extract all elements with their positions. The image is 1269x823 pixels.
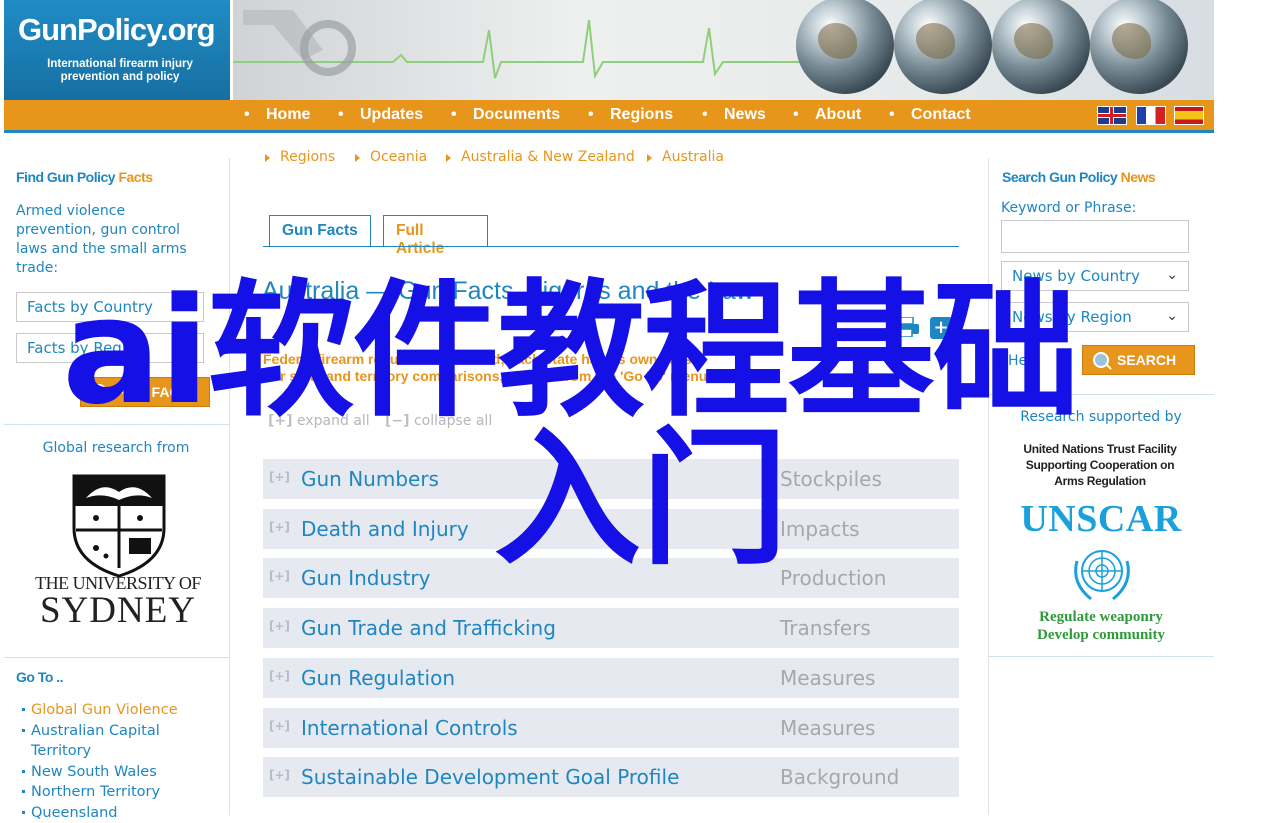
- breadcrumb-regions[interactable]: Regions: [280, 149, 335, 165]
- search-icon: [1093, 352, 1109, 368]
- nav-contact[interactable]: Contact: [911, 106, 971, 124]
- expand-icon: [+]: [269, 719, 290, 733]
- tab-full-article[interactable]: Full Article: [383, 215, 488, 246]
- globe-graphic: [796, 0, 894, 94]
- left-gap: [4, 133, 229, 158]
- topic-row-sdg-profile[interactable]: [+] Sustainable Development Goal Profile…: [263, 757, 959, 797]
- globe-graphic: [894, 0, 992, 94]
- divider: [988, 656, 1214, 657]
- nav-regions[interactable]: Regions: [610, 106, 673, 124]
- expand-icon: [+]: [269, 619, 290, 633]
- unscar-tagline: Regulate weaponry Develop community: [1000, 608, 1202, 644]
- page-margin: [1214, 0, 1269, 815]
- goto-item-act[interactable]: Australian Capital Territory: [22, 721, 211, 762]
- breadcrumb-oceania[interactable]: Oceania: [370, 149, 427, 165]
- topic-row-gun-regulation[interactable]: [+] Gun Regulation Measures: [263, 658, 959, 698]
- logo-subtitle: International firearm injury prevention …: [20, 58, 220, 84]
- ekg-line-graphic: [233, 0, 833, 100]
- unscar-logo[interactable]: UNSCAR: [1000, 497, 1202, 541]
- french-flag-icon[interactable]: [1136, 106, 1166, 125]
- globe-graphic: [992, 0, 1090, 94]
- tabs-underline: [263, 246, 959, 247]
- logo-title: GunPolicy.org: [18, 12, 215, 48]
- research-heading: Global research from: [16, 439, 216, 458]
- usyd-name-line2: SYDNEY: [18, 589, 218, 632]
- site-header: GunPolicy.org International firearm inju…: [4, 0, 1214, 100]
- expand-icon: [+]: [269, 669, 290, 683]
- breadcrumb-australia[interactable]: Australia: [662, 149, 724, 165]
- facts-heading: Find Gun Policy Facts: [16, 169, 153, 185]
- goto-item-nsw[interactable]: New South Wales: [22, 762, 211, 783]
- tab-gun-facts[interactable]: Gun Facts: [269, 215, 371, 246]
- globe-graphic: [1090, 0, 1188, 94]
- divider: [4, 657, 229, 658]
- search-news-button[interactable]: SEARCH: [1082, 345, 1195, 375]
- watermark-text-line1: ai软件教程基础: [62, 277, 1078, 427]
- nav-home[interactable]: Home: [266, 106, 310, 124]
- goto-heading: Go To ..: [16, 669, 63, 685]
- chevron-down-icon: ⌄: [1166, 267, 1178, 283]
- site-logo[interactable]: GunPolicy.org International firearm inju…: [4, 0, 233, 100]
- english-flag-icon[interactable]: [1097, 106, 1127, 125]
- chevron-down-icon: ⌄: [1166, 308, 1178, 324]
- topic-row-international-controls[interactable]: [+] International Controls Measures: [263, 708, 959, 748]
- unscar-description: United Nations Trust Facility Supporting…: [1000, 441, 1200, 489]
- news-heading: Search Gun Policy News: [1002, 169, 1155, 185]
- expand-icon: [+]: [269, 470, 290, 484]
- keyword-label: Keyword or Phrase:: [1001, 199, 1136, 218]
- watermark-text-line2: 入门: [494, 425, 788, 575]
- main-nav: Home Updates Documents Regions News Abou…: [4, 100, 1214, 133]
- nav-about[interactable]: About: [815, 106, 861, 124]
- goto-item-nt[interactable]: Northern Territory: [22, 782, 211, 803]
- goto-item-global-gun-violence[interactable]: Global Gun Violence: [22, 700, 211, 721]
- un-emblem-icon: [1069, 543, 1135, 603]
- breadcrumb-australia-nz[interactable]: Australia & New Zealand: [461, 149, 635, 165]
- nav-news[interactable]: News: [724, 106, 766, 124]
- keyword-input[interactable]: [1001, 220, 1189, 253]
- nav-documents[interactable]: Documents: [473, 106, 560, 124]
- goto-item-qld[interactable]: Queensland: [22, 803, 211, 823]
- spanish-flag-icon[interactable]: [1174, 106, 1204, 125]
- nav-updates[interactable]: Updates: [360, 106, 423, 124]
- expand-icon: [+]: [269, 768, 290, 782]
- topic-row-gun-trade[interactable]: [+] Gun Trade and Trafficking Transfers: [263, 608, 959, 648]
- expand-icon: [+]: [269, 520, 290, 534]
- expand-icon: [+]: [269, 569, 290, 583]
- goto-list: Global Gun Violence Australian Capital T…: [22, 700, 211, 823]
